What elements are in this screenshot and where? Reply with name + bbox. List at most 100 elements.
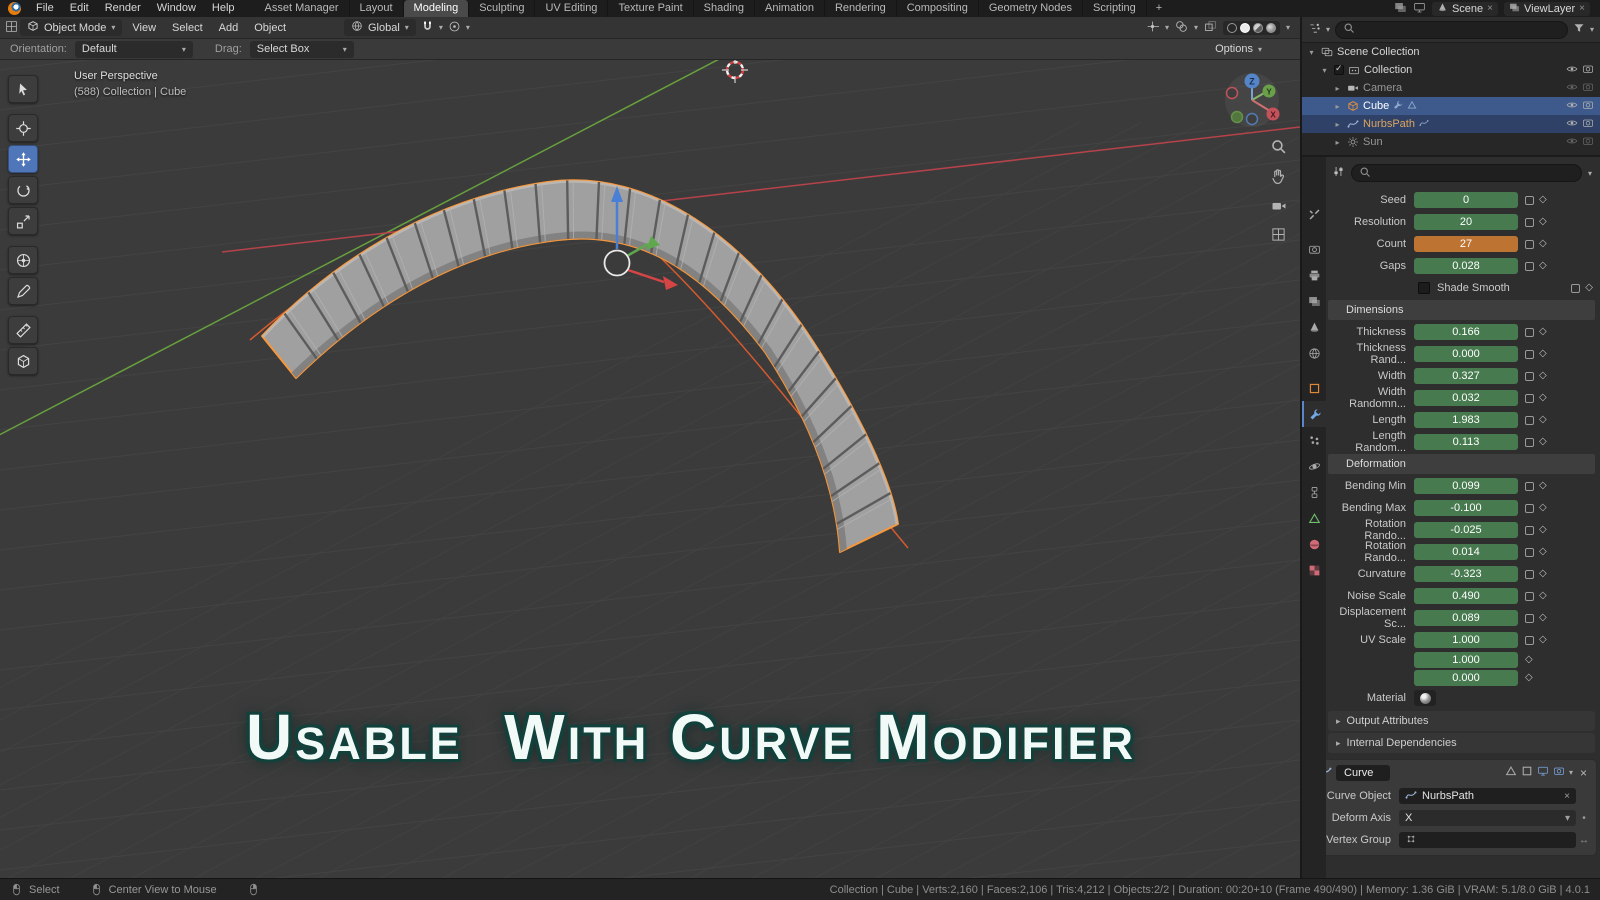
drag-setting-dropdown[interactable]: Select Box ▾ <box>250 41 354 58</box>
animate-dot-icon[interactable]: • <box>1576 813 1592 824</box>
property-value-slider[interactable]: 0.327 <box>1414 368 1518 384</box>
keyframe-diamond-icon[interactable]: ◇ <box>1539 195 1547 205</box>
property-value-slider[interactable]: 0.089 <box>1414 610 1518 626</box>
outliner-row-nurbspath[interactable]: ▸NurbsPath <box>1302 115 1600 133</box>
property-value-slider[interactable]: -0.323 <box>1414 566 1518 582</box>
workspace-tab-uv-editing[interactable]: UV Editing <box>535 0 608 17</box>
menu-file[interactable]: File <box>28 0 62 17</box>
nav-axis-neg-x-ball[interactable] <box>1227 88 1238 99</box>
on-cage-toggle-icon[interactable] <box>1505 765 1517 780</box>
select-box-tool-button[interactable] <box>8 75 38 103</box>
property-value-slider[interactable]: -0.025 <box>1414 522 1518 538</box>
shade-smooth-checkbox[interactable] <box>1418 282 1430 294</box>
property-value-slider[interactable]: 0.000 <box>1414 346 1518 362</box>
keyframe-diamond-icon[interactable]: ◇ <box>1525 655 1533 665</box>
scene-selector[interactable]: Scene × <box>1432 2 1498 16</box>
property-value-slider[interactable]: 1.983 <box>1414 412 1518 428</box>
collapsed-panel-output-attributes[interactable]: ▸ Output Attributes <box>1328 711 1595 731</box>
decorator-icon[interactable] <box>1525 394 1534 403</box>
section-heading-deformation[interactable]: Deformation <box>1328 454 1595 474</box>
decorator-icon[interactable] <box>1571 284 1580 293</box>
orientation-setting-dropdown[interactable]: Default ▾ <box>75 41 193 58</box>
outliner-row-sun[interactable]: ▸Sun <box>1302 133 1600 151</box>
keyframe-diamond-icon[interactable]: ◇ <box>1539 349 1547 359</box>
property-value-slider[interactable]: 1.000 <box>1414 632 1518 648</box>
keyframe-diamond-icon[interactable]: ◇ <box>1539 261 1547 271</box>
viewport-menu-select[interactable]: Select <box>164 22 211 34</box>
menu-help[interactable]: Help <box>204 0 243 17</box>
outliner-row-collection[interactable]: ▾Collection <box>1302 61 1600 79</box>
disclosure-icon[interactable]: ▸ <box>1332 102 1343 111</box>
keyframe-diamond-icon[interactable]: ◇ <box>1539 503 1547 513</box>
outliner-row-camera[interactable]: ▸Camera <box>1302 79 1600 97</box>
nav-axis-neg-z-ball[interactable] <box>1247 114 1258 125</box>
proportional-options-chevron-icon[interactable]: ▾ <box>466 23 470 32</box>
workspace-tab-animation[interactable]: Animation <box>755 0 825 17</box>
property-value-slider[interactable]: 0.000 <box>1414 670 1518 686</box>
keyframe-diamond-icon[interactable]: ◇ <box>1539 239 1547 249</box>
decorator-icon[interactable] <box>1525 482 1534 491</box>
properties-filter-chevron-icon[interactable]: ▾ <box>1588 169 1592 178</box>
properties-search[interactable] <box>1351 164 1582 182</box>
zoom-button[interactable] <box>1270 138 1287 158</box>
clear-object-icon[interactable]: × <box>1564 791 1570 802</box>
disclosure-icon[interactable]: ▸ <box>1332 138 1343 147</box>
property-value-slider[interactable]: -0.100 <box>1414 500 1518 516</box>
decorator-icon[interactable] <box>1525 636 1534 645</box>
gizmo-center-ring[interactable] <box>605 251 630 276</box>
outliner-row-scene-collection[interactable]: ▾Scene Collection <box>1302 43 1600 61</box>
outliner-row-cube[interactable]: ▸Cube <box>1302 97 1600 115</box>
gizmo-x-arrow[interactable] <box>663 276 678 290</box>
material-shading-icon[interactable] <box>1253 23 1263 33</box>
workspace-tab-asset-manager[interactable]: Asset Manager <box>255 0 350 17</box>
disclosure-icon[interactable]: ▾ <box>1319 66 1330 75</box>
show-gizmo-icon[interactable] <box>1146 20 1159 36</box>
scale-tool-button[interactable] <box>8 207 38 235</box>
menu-edit[interactable]: Edit <box>62 0 97 17</box>
outliner-search-input[interactable] <box>1359 24 1560 36</box>
curve-object-field[interactable]: NurbsPath × <box>1399 788 1576 804</box>
filter-chevron-icon[interactable]: ▾ <box>1590 25 1594 34</box>
disclosure-icon[interactable]: ▸ <box>1332 84 1343 93</box>
collection-checkbox[interactable] <box>1334 65 1344 75</box>
keyframe-diamond-icon[interactable]: ◇ <box>1539 525 1547 535</box>
viewlayer-unlink-icon[interactable]: × <box>1579 3 1585 14</box>
modifier-name-field[interactable]: Curve <box>1336 765 1390 781</box>
collapsed-panel-internal-dependencies[interactable]: ▸ Internal Dependencies <box>1328 733 1595 753</box>
viewport-menu-view[interactable]: View <box>124 22 164 34</box>
keyframe-diamond-icon[interactable]: ◇ <box>1539 437 1547 447</box>
hide-in-viewport-icon[interactable] <box>1566 81 1578 96</box>
properties-search-input[interactable] <box>1375 167 1574 179</box>
vertex-group-field[interactable] <box>1399 832 1576 848</box>
menu-render[interactable]: Render <box>97 0 149 17</box>
workspace-tab-compositing[interactable]: Compositing <box>897 0 979 17</box>
camera-view-button[interactable] <box>1271 198 1287 217</box>
disable-in-render-icon[interactable] <box>1582 117 1594 132</box>
property-value-slider[interactable]: 0.099 <box>1414 478 1518 494</box>
disclosure-icon[interactable]: ▸ <box>1332 120 1343 129</box>
decorator-icon[interactable] <box>1525 328 1534 337</box>
realtime-toggle-icon[interactable] <box>1537 765 1549 780</box>
modifier-header[interactable]: ▾ Curve ▾ × <box>1305 760 1596 785</box>
decorator-icon[interactable] <box>1525 526 1534 535</box>
blender-logo-icon[interactable] <box>8 2 21 15</box>
properties-tab-render[interactable] <box>1302 236 1326 262</box>
navigation-gizmo[interactable]: Z Y X <box>1225 73 1280 127</box>
properties-tab-texture[interactable] <box>1302 557 1326 583</box>
hide-in-viewport-icon[interactable] <box>1566 99 1578 114</box>
show-overlays-icon[interactable] <box>1175 20 1188 36</box>
property-value-slider[interactable]: 0.113 <box>1414 434 1518 450</box>
deform-axis-dropdown[interactable]: X ▾ <box>1399 810 1576 826</box>
properties-tab-physics[interactable] <box>1302 453 1326 479</box>
property-value-slider[interactable]: 0.028 <box>1414 258 1518 274</box>
rotate-tool-button[interactable] <box>8 176 38 204</box>
workspace-tab-rendering[interactable]: Rendering <box>825 0 897 17</box>
keyframe-diamond-icon[interactable]: ◇ <box>1539 569 1547 579</box>
keyframe-diamond-icon[interactable]: ◇ <box>1539 371 1547 381</box>
disable-in-render-icon[interactable] <box>1582 135 1594 150</box>
disable-in-render-icon[interactable] <box>1582 99 1594 114</box>
keyframe-diamond-icon[interactable]: ◇ <box>1539 481 1547 491</box>
add-cube-tool-button[interactable] <box>8 347 38 375</box>
decorator-icon[interactable] <box>1525 350 1534 359</box>
workspace-tab-modeling[interactable]: Modeling <box>404 0 470 17</box>
